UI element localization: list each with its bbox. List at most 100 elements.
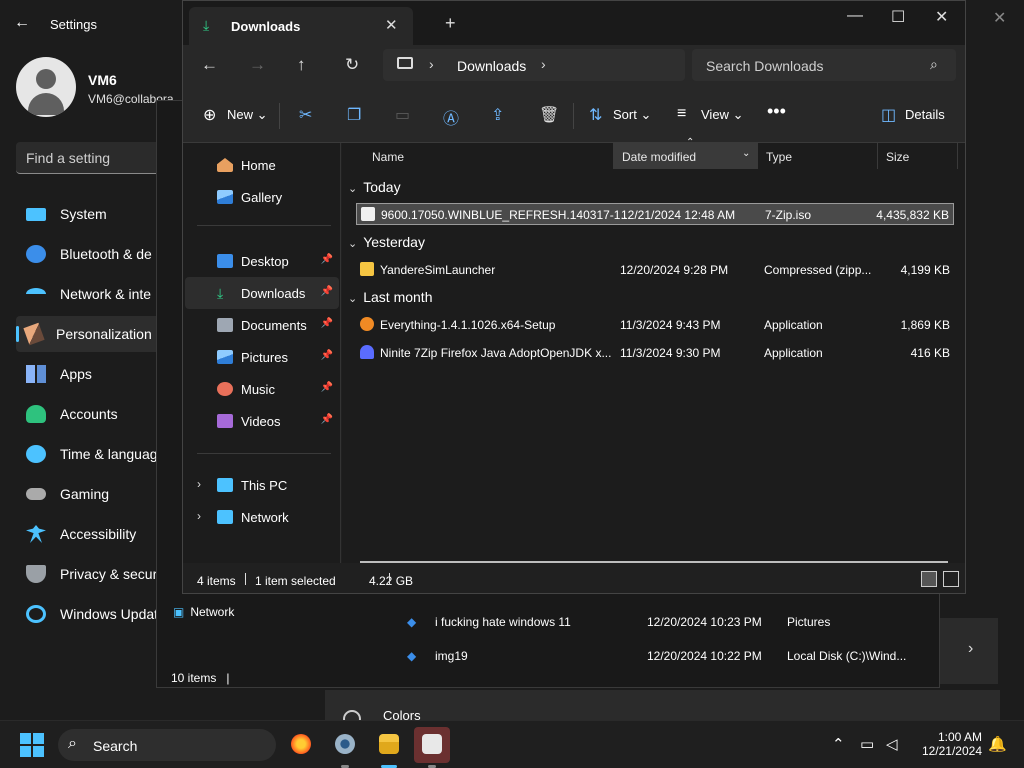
clock-globe-icon bbox=[26, 445, 46, 463]
maximize-button[interactable]: ☐ bbox=[891, 7, 905, 27]
share-icon[interactable]: ⇪ bbox=[491, 105, 504, 125]
table-row[interactable]: ◆ img19 12/20/2024 10:22 PM Local Disk (… bbox=[157, 639, 941, 669]
sidebar-item-videos[interactable]: Videos 📌 bbox=[185, 405, 339, 437]
nav-item-network[interactable]: Network & inte bbox=[16, 276, 176, 312]
table-row[interactable]: ◆ i fucking hate windows 11 12/20/2024 1… bbox=[157, 605, 941, 635]
chevron-right-icon[interactable]: › bbox=[429, 56, 434, 72]
details-view-button[interactable] bbox=[921, 571, 937, 587]
new-tab-button[interactable]: + bbox=[445, 13, 456, 34]
group-header-last-month[interactable]: ⌄ Last month bbox=[348, 289, 432, 305]
this-pc-icon bbox=[397, 57, 413, 69]
file-row[interactable]: 9600.17050.WINBLUE_REFRESH.140317-1... 1… bbox=[356, 203, 954, 225]
settings-taskbar-icon[interactable] bbox=[327, 727, 363, 768]
copy-icon[interactable]: ❐ bbox=[347, 105, 361, 125]
sidebar-item-music[interactable]: Music 📌 bbox=[185, 373, 339, 405]
expand-chevron-icon[interactable]: › bbox=[197, 477, 201, 491]
sort-button[interactable]: Sort ⌄ bbox=[613, 107, 651, 123]
volume-tray-icon[interactable]: ◁ bbox=[886, 735, 898, 753]
more-options-icon[interactable]: ••• bbox=[767, 101, 786, 122]
search-input[interactable]: Search Downloads ⌕ bbox=[692, 49, 956, 81]
search-icon: ⌕ bbox=[68, 735, 77, 752]
column-header-date-modified[interactable]: Date modified ⌃ ⌄ bbox=[614, 137, 758, 169]
tiles-view-button[interactable] bbox=[943, 571, 959, 587]
group-header-today[interactable]: ⌄ Today bbox=[348, 179, 401, 195]
network-tray-icon[interactable]: ▭ bbox=[860, 735, 874, 753]
tab-downloads[interactable]: ⤓ Downloads ✕ bbox=[189, 7, 413, 45]
show-hidden-icons-chevron-icon[interactable]: ⌃ bbox=[832, 735, 845, 753]
address-bar[interactable]: › Downloads › bbox=[383, 49, 685, 81]
column-header-type[interactable]: Type bbox=[758, 143, 878, 169]
nav-item-bluetooth[interactable]: Bluetooth & de bbox=[16, 236, 176, 272]
pin-icon[interactable]: 📌 bbox=[321, 382, 333, 393]
nav-item-gaming[interactable]: Gaming bbox=[16, 476, 176, 512]
file-row[interactable]: YandereSimLauncher 12/20/2024 9:28 PM Co… bbox=[356, 259, 954, 281]
file-explorer-taskbar-icon[interactable] bbox=[371, 727, 407, 768]
sidebar-item-home[interactable]: Home bbox=[185, 149, 339, 181]
chevron-down-icon: ⌄ bbox=[348, 238, 358, 250]
delete-icon[interactable]: 🗑 bbox=[539, 105, 559, 125]
chevron-right-icon[interactable]: › bbox=[541, 56, 546, 72]
firefox-taskbar-icon[interactable] bbox=[283, 727, 319, 763]
desktop-icon bbox=[217, 254, 233, 268]
nav-item-personalization[interactable]: Personalization bbox=[16, 316, 176, 352]
chevron-down-icon: ⌄ bbox=[348, 293, 358, 305]
expand-chevron-icon[interactable]: › bbox=[197, 509, 201, 523]
nav-item-accounts[interactable]: Accounts bbox=[16, 396, 176, 432]
clock[interactable]: 1:00 AM 12/21/2024 bbox=[918, 730, 982, 758]
nav-item-apps[interactable]: Apps bbox=[16, 356, 176, 392]
refresh-button[interactable]: ↻ bbox=[345, 55, 359, 75]
back-button[interactable]: ← bbox=[201, 55, 218, 75]
settings-close-icon[interactable]: ✕ bbox=[993, 8, 1006, 28]
status-bar: 4 items 1 item selected 4.22 GB bbox=[183, 563, 965, 593]
forward-button[interactable]: → bbox=[249, 55, 266, 75]
file-row[interactable]: Everything-1.4.1.1026.x64-Setup 11/3/202… bbox=[356, 314, 954, 336]
paste-icon[interactable]: ▭ bbox=[395, 105, 410, 125]
sidebar-item-gallery[interactable]: Gallery bbox=[185, 181, 339, 213]
zip-folder-icon bbox=[360, 262, 374, 276]
pin-icon[interactable]: 📌 bbox=[321, 286, 333, 297]
row-chevron-button[interactable]: › bbox=[940, 618, 998, 684]
rename-icon[interactable]: Ⓐ bbox=[443, 105, 459, 129]
update-icon bbox=[26, 605, 46, 623]
gallery-icon bbox=[217, 190, 233, 204]
minimize-button[interactable]: — bbox=[847, 7, 863, 25]
plus-circle-icon: ⊕ bbox=[203, 107, 217, 124]
sidebar-item-downloads[interactable]: ⤓ Downloads 📌 bbox=[185, 277, 339, 309]
column-header-name[interactable]: Name bbox=[364, 143, 614, 169]
sidebar-item-documents[interactable]: Documents 📌 bbox=[185, 309, 339, 341]
up-button[interactable]: ↑ bbox=[297, 55, 306, 75]
pin-icon[interactable]: 📌 bbox=[321, 414, 333, 425]
breadcrumb[interactable]: Downloads bbox=[457, 58, 526, 74]
start-button[interactable] bbox=[20, 733, 44, 757]
taskbar-search[interactable]: ⌕ Search bbox=[58, 729, 276, 761]
nav-item-windows-update[interactable]: Windows Updat bbox=[16, 596, 176, 632]
sidebar-item-network[interactable]: › Network bbox=[185, 501, 339, 533]
find-setting-input[interactable]: Find a setting bbox=[16, 142, 166, 174]
close-tab-icon[interactable]: ✕ bbox=[385, 16, 398, 34]
pin-icon[interactable]: 📌 bbox=[321, 318, 333, 329]
notification-bell-icon[interactable]: 🔔 bbox=[988, 735, 1007, 753]
close-window-button[interactable]: ✕ bbox=[935, 7, 948, 27]
group-header-yesterday[interactable]: ⌄ Yesterday bbox=[348, 234, 425, 250]
nav-item-time-language[interactable]: Time & languag bbox=[16, 436, 176, 472]
sidebar-item-desktop[interactable]: Desktop 📌 bbox=[185, 245, 339, 277]
nav-item-accessibility[interactable]: Accessibility bbox=[16, 516, 176, 552]
details-button[interactable]: Details bbox=[905, 107, 945, 122]
back-arrow-icon[interactable]: ← bbox=[14, 14, 30, 32]
wifi-icon bbox=[26, 288, 46, 300]
new-button[interactable]: New ⌄ bbox=[227, 107, 268, 123]
pin-icon[interactable]: 📌 bbox=[321, 350, 333, 361]
avatar[interactable] bbox=[16, 57, 76, 117]
column-header-size[interactable]: Size bbox=[878, 143, 958, 169]
view-button[interactable]: View ⌄ bbox=[701, 107, 743, 123]
file-row[interactable]: Ninite 7Zip Firefox Java AdoptOpenJDK x.… bbox=[356, 342, 954, 364]
magnifier-app-icon bbox=[360, 317, 374, 331]
chevron-down-icon[interactable]: ⌄ bbox=[742, 148, 750, 159]
pin-icon[interactable]: 📌 bbox=[321, 254, 333, 265]
sidebar-item-this-pc[interactable]: › This PC bbox=[185, 469, 339, 501]
sidebar-item-pictures[interactable]: Pictures 📌 bbox=[185, 341, 339, 373]
installer-taskbar-icon[interactable] bbox=[414, 727, 450, 768]
cut-icon[interactable]: ✂ bbox=[299, 105, 312, 125]
nav-item-system[interactable]: System bbox=[16, 196, 176, 232]
nav-item-privacy[interactable]: Privacy & secur bbox=[16, 556, 176, 592]
